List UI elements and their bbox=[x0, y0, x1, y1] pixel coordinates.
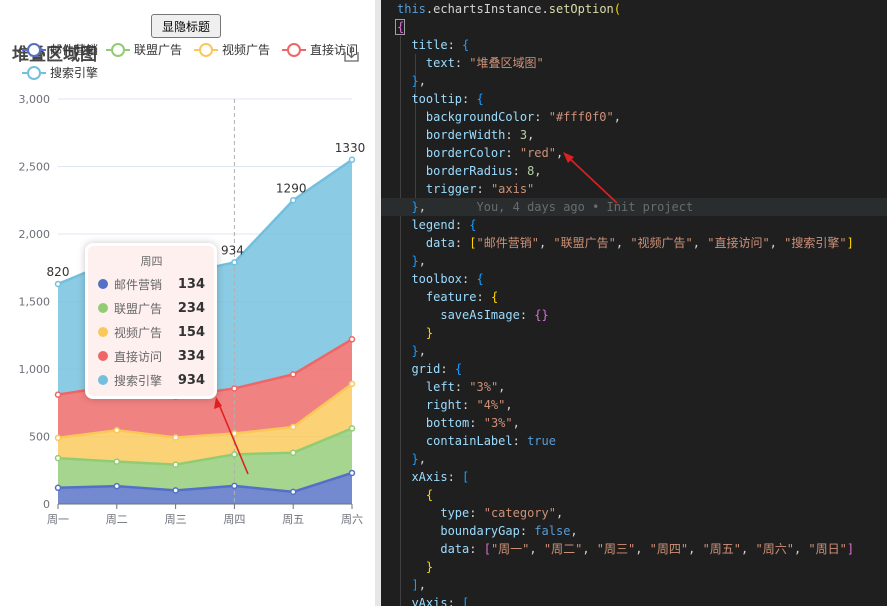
x-tick-label: 周六 bbox=[341, 513, 363, 526]
tooltip-rows: 邮件营销 134 联盟广告 234 视频广告 154 直接访问 334 搜索引擎 934 bbox=[98, 272, 205, 392]
annotation-arrow-line bbox=[566, 155, 618, 204]
code-annotation-overlay bbox=[563, 152, 618, 204]
data-point[interactable] bbox=[54, 454, 62, 462]
data-point[interactable] bbox=[172, 487, 179, 494]
tooltip-row: 邮件营销 134 bbox=[98, 272, 205, 296]
series-dot-icon bbox=[98, 375, 108, 385]
tooltip-series-value: 934 bbox=[177, 372, 205, 388]
data-label: 820 bbox=[47, 265, 70, 279]
series-dot-icon bbox=[98, 327, 108, 337]
data-point[interactable] bbox=[348, 380, 356, 388]
tooltip-series-name: 搜索引擎 bbox=[114, 373, 163, 388]
data-point[interactable] bbox=[231, 385, 238, 392]
data-point[interactable] bbox=[54, 391, 62, 398]
legend-marker-邮件营销[interactable] bbox=[27, 43, 41, 57]
x-tick-label: 周五 bbox=[282, 513, 304, 526]
legend-marker-联盟广告[interactable] bbox=[111, 43, 125, 57]
data-point[interactable] bbox=[231, 259, 238, 266]
data-point[interactable] bbox=[172, 461, 179, 468]
tooltip-row: 搜索引擎 934 bbox=[98, 368, 205, 392]
tooltip-series-value: 154 bbox=[177, 324, 205, 340]
toggle-title-button[interactable]: 显隐标题 bbox=[151, 14, 221, 38]
chart-panel: 0 500 1,000 1,500 2,000 2,500 3,000 820 934 1290 1… bbox=[0, 0, 375, 606]
data-point[interactable] bbox=[289, 423, 297, 431]
tooltip-row: 联盟广告 234 bbox=[98, 296, 205, 320]
y-tick-label: 0 bbox=[43, 498, 50, 511]
code-editor[interactable]: this.echartsInstance.setOption({ title: … bbox=[381, 0, 887, 606]
data-point[interactable] bbox=[113, 482, 121, 490]
data-point[interactable] bbox=[54, 280, 62, 288]
data-point[interactable] bbox=[172, 434, 179, 441]
y-tick-label: 1,000 bbox=[19, 363, 51, 376]
x-tick-label: 周二 bbox=[106, 513, 128, 526]
data-point[interactable] bbox=[231, 482, 238, 490]
tooltip-row: 直接访问 334 bbox=[98, 344, 205, 368]
tooltip-title: 周四 bbox=[140, 255, 163, 268]
data-point[interactable] bbox=[348, 425, 356, 432]
data-point[interactable] bbox=[113, 427, 121, 434]
legend-label[interactable]: 直接访问 bbox=[310, 42, 358, 57]
data-point[interactable] bbox=[231, 451, 238, 458]
y-tick-label: 2,000 bbox=[19, 228, 51, 241]
y-tick-label: 1,500 bbox=[19, 296, 51, 309]
data-point[interactable] bbox=[289, 371, 297, 378]
tooltip-series-value: 234 bbox=[177, 300, 205, 316]
legend-marker-搜索引擎[interactable] bbox=[27, 66, 41, 80]
tooltip-series-value: 334 bbox=[177, 348, 205, 364]
data-label: 1290 bbox=[276, 181, 307, 195]
tooltip-series-name: 直接访问 bbox=[114, 349, 163, 364]
data-label: 934 bbox=[221, 243, 244, 257]
series-dot-icon bbox=[98, 279, 108, 289]
data-point[interactable] bbox=[348, 336, 356, 343]
tooltip-series-name: 邮件营销 bbox=[114, 277, 163, 292]
tooltip-row: 视频广告 154 bbox=[98, 320, 205, 344]
data-point[interactable] bbox=[348, 469, 356, 477]
legend-label[interactable]: 搜索引擎 bbox=[50, 65, 98, 80]
data-point[interactable] bbox=[289, 449, 297, 456]
legend-label[interactable]: 视频广告 bbox=[222, 42, 270, 57]
y-tick-label: 500 bbox=[29, 431, 50, 444]
legend-label[interactable]: 联盟广告 bbox=[134, 43, 182, 57]
data-point[interactable] bbox=[113, 458, 121, 465]
legend-marker-直接访问[interactable] bbox=[287, 43, 301, 57]
y-tick-label: 3,000 bbox=[19, 93, 51, 106]
tooltip-series-name: 联盟广告 bbox=[114, 301, 163, 316]
data-point[interactable] bbox=[54, 484, 62, 492]
data-point[interactable] bbox=[348, 156, 356, 163]
data-point[interactable] bbox=[289, 197, 297, 204]
chart-tooltip: 周四 邮件营销 134 联盟广告 234 视频广告 154 直接访问 334 搜索引擎 934 bbox=[85, 243, 217, 399]
series-dot-icon bbox=[98, 351, 108, 361]
legend-marker-视频广告[interactable] bbox=[199, 43, 213, 57]
tooltip-series-name: 视频广告 bbox=[114, 325, 163, 340]
y-tick-label: 2,500 bbox=[19, 161, 51, 174]
data-label: 1330 bbox=[335, 141, 366, 155]
x-tick-label: 周一 bbox=[47, 513, 69, 526]
tooltip-series-value: 134 bbox=[177, 276, 205, 292]
data-point[interactable] bbox=[289, 488, 297, 496]
series-dot-icon bbox=[98, 303, 108, 313]
legend-label[interactable]: 邮件营销 bbox=[50, 43, 98, 57]
data-point[interactable] bbox=[54, 434, 62, 442]
x-tick-label: 周四 bbox=[223, 513, 245, 526]
x-tick-label: 周三 bbox=[165, 513, 187, 526]
